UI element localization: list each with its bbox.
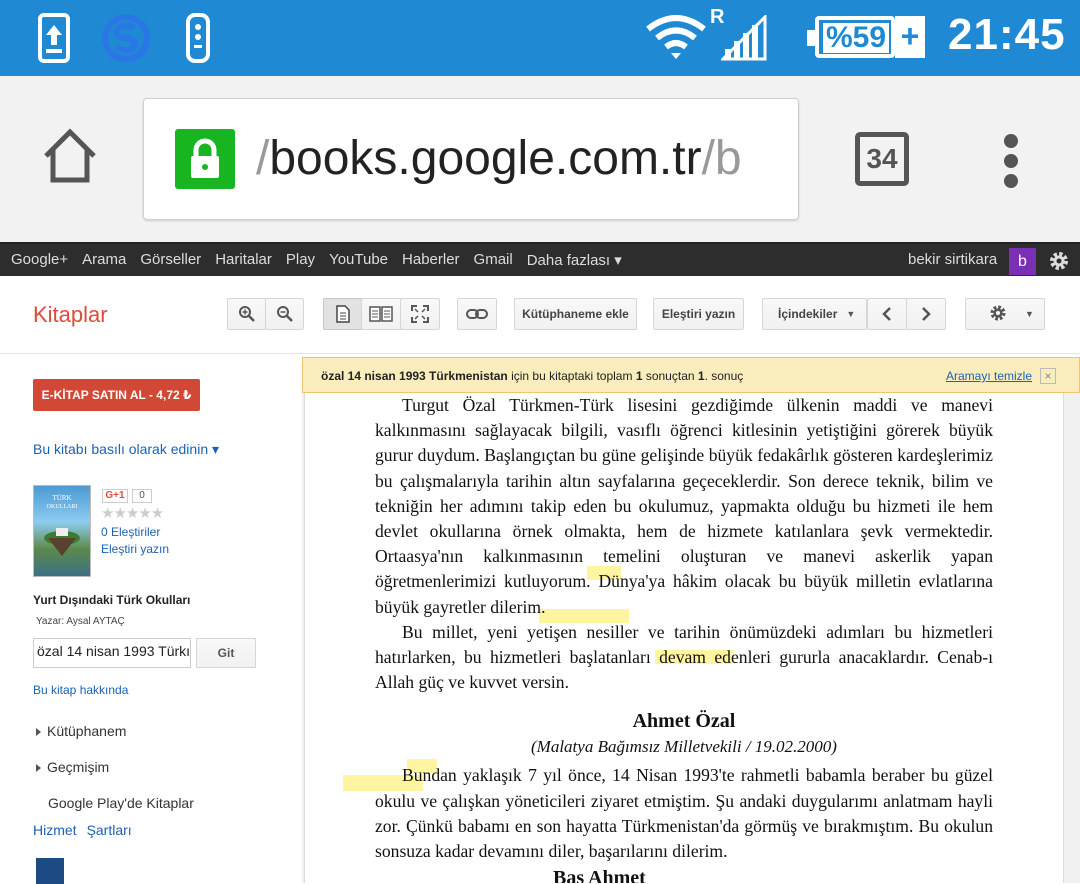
settings-dropdown[interactable]: ▼ — [965, 298, 1045, 330]
signal-icon — [720, 12, 768, 64]
upload-icon — [36, 12, 72, 64]
status-bar: R %59 + 21:45 — [0, 0, 1080, 76]
google-nav: Google+ Arama Görseller Haritalar Play Y… — [11, 251, 636, 269]
chevron-right-icon[interactable] — [906, 298, 946, 330]
user-name[interactable]: bekir sirtikara — [908, 251, 997, 268]
google-nav-item[interactable]: Haritalar — [215, 251, 272, 269]
browser-toolbar: /books.google.com.tr/b 34 — [0, 76, 1080, 242]
url-prefix: / — [256, 132, 270, 185]
url-domain: books.google.com.tr — [269, 132, 702, 185]
next-section-heading: Bas Ahmet — [553, 867, 646, 883]
search-go-button[interactable]: Git — [196, 638, 256, 668]
overflow-menu-icon[interactable] — [1000, 134, 1022, 190]
notice-text-b: sonuçtan — [642, 369, 698, 383]
battery-percent: %59 — [823, 23, 889, 53]
svg-text:TÜRK: TÜRK — [52, 494, 71, 502]
svg-text:OKULLARI: OKULLARI — [47, 504, 78, 510]
sidebar-item-library[interactable]: Kütüphanem — [36, 723, 126, 739]
section-heading: Ahmet Özal — [632, 710, 736, 733]
footer-link-terms[interactable]: Şartları — [87, 822, 132, 838]
book-author: Yazar: Aysal AYTAÇ — [36, 616, 125, 627]
print-copy-link[interactable]: Bu kitabı basılı olarak edinin ▾ — [33, 441, 219, 458]
settings-gear-icon — [988, 303, 1008, 326]
book-cover[interactable]: TÜRK OKULLARI — [33, 485, 91, 577]
link-icon[interactable] — [457, 298, 497, 330]
contents-label: İçindekiler — [778, 307, 838, 321]
url-suffix: /b — [701, 132, 742, 185]
contents-dropdown[interactable]: İçindekiler ▼ — [762, 298, 867, 330]
close-icon[interactable]: × — [1040, 368, 1056, 384]
add-to-library-button[interactable]: Kütüphaneme ekle — [514, 298, 637, 330]
google-nav-more[interactable]: Daha fazlası ▾ — [527, 251, 622, 269]
clock: 21:45 — [948, 10, 1066, 59]
gplus-count: 0 — [132, 489, 152, 503]
fullscreen-icon[interactable] — [400, 298, 440, 330]
url-bar[interactable]: /books.google.com.tr/b — [143, 98, 799, 220]
paragraph: Turgut Özal Türkmen-Türk lisesini gezdiğ… — [375, 395, 993, 617]
notice-text-a: için bu kitaptaki toplam — [507, 369, 636, 383]
paragraph: Bu millet, yeni yetişen nesiller ve tari… — [375, 621, 993, 693]
section-subheading: (Malatya Bağımsız Milletvekili / 19.02.2… — [531, 737, 837, 757]
search-query: özal 14 nisan 1993 Türkmenistan — [321, 369, 508, 383]
page-text: Turgut Özal Türkmen-Türk lisesini gezdiğ… — [375, 393, 993, 864]
charging-indicator: + — [895, 16, 925, 58]
books-header: Kitaplar Kütüphaneme ekle Eleştiri yazın… — [0, 276, 1080, 354]
battery-icon: %59 — [807, 16, 895, 58]
google-nav-item[interactable]: Gmail — [474, 251, 513, 269]
remote-icon — [184, 12, 212, 64]
notice-text: özal 14 nisan 1993 Türkmenistan için bu … — [321, 369, 743, 383]
search-result-notice: özal 14 nisan 1993 Türkmenistan için bu … — [302, 357, 1080, 393]
chevron-down-icon: ▼ — [1025, 309, 1034, 319]
zoom-in-icon[interactable] — [227, 298, 266, 330]
rating-stars[interactable]: ★★★★★ — [101, 504, 164, 522]
reviews-link[interactable]: 0 Eleştiriler — [101, 525, 160, 539]
result-current: 1 — [697, 369, 705, 383]
google-nav-item[interactable]: Arama — [82, 251, 126, 269]
sync-icon — [100, 12, 152, 64]
sidebar-item-play-books[interactable]: Google Play'de Kitaplar — [48, 795, 194, 811]
url-text[interactable]: /books.google.com.tr/b — [256, 131, 742, 187]
two-page-icon[interactable] — [361, 298, 401, 330]
publisher-logo — [36, 858, 64, 884]
expand-arrow-icon — [36, 764, 41, 773]
notice-text-c: . sonuç — [704, 369, 744, 383]
gplus-button[interactable]: G+1 — [102, 489, 128, 503]
write-review-button[interactable]: Eleştiri yazın — [653, 298, 744, 330]
sidebar-item-label: Kütüphanem — [47, 723, 127, 739]
books-brand[interactable]: Kitaplar — [33, 302, 108, 328]
google-nav-item[interactable]: Play — [286, 251, 315, 269]
chevron-left-icon[interactable] — [867, 298, 907, 330]
google-nav-item[interactable]: Google+ — [11, 251, 68, 269]
settings-gear-icon[interactable] — [1047, 249, 1071, 273]
google-nav-item[interactable]: Görseller — [140, 251, 201, 269]
book-page: Turgut Özal Türkmen-Türk lisesini gezdiğ… — [304, 393, 1064, 883]
wifi-icon — [645, 12, 707, 64]
sidebar: E-KİTAP SATIN AL - 4,72 ₺ Bu kitabı bası… — [0, 355, 302, 884]
buy-ebook-button[interactable]: E-KİTAP SATIN AL - 4,72 ₺ — [33, 379, 200, 411]
about-book-link[interactable]: Bu kitap hakkında — [33, 683, 128, 697]
footer-link-service[interactable]: Hizmet — [33, 822, 77, 838]
sidebar-item-label: Geçmişim — [47, 759, 110, 775]
result-total: 1 — [635, 369, 643, 383]
google-bar: Google+ Arama Görseller Haritalar Play Y… — [0, 242, 1080, 276]
single-page-icon[interactable] — [323, 298, 362, 330]
search-in-book-input[interactable]: özal 14 nisan 1993 Türkı — [33, 638, 191, 668]
write-review-link[interactable]: Eleştiri yazın — [101, 542, 169, 556]
clear-search-link[interactable]: Aramayı temizle — [946, 369, 1032, 383]
lock-icon — [175, 129, 235, 189]
paragraph: Bundan yaklaşık 7 yıl önce, 14 Nisan 199… — [375, 765, 993, 862]
book-viewer: Turgut Özal Türkmen-Türk lisesini gezdiğ… — [302, 393, 1080, 883]
zoom-out-icon[interactable] — [265, 298, 304, 330]
tabs-icon[interactable]: 34 — [855, 132, 909, 186]
footer-links: Hizmet Şartları — [33, 822, 142, 838]
home-icon[interactable] — [40, 126, 104, 190]
expand-arrow-icon — [36, 728, 41, 737]
sidebar-item-history[interactable]: Geçmişim — [36, 759, 109, 775]
avatar[interactable]: b — [1009, 248, 1036, 275]
google-nav-item[interactable]: YouTube — [329, 251, 388, 269]
google-nav-item[interactable]: Haberler — [402, 251, 460, 269]
chevron-down-icon: ▼ — [846, 309, 856, 319]
book-title: Yurt Dışındaki Türk Okulları — [33, 593, 191, 607]
